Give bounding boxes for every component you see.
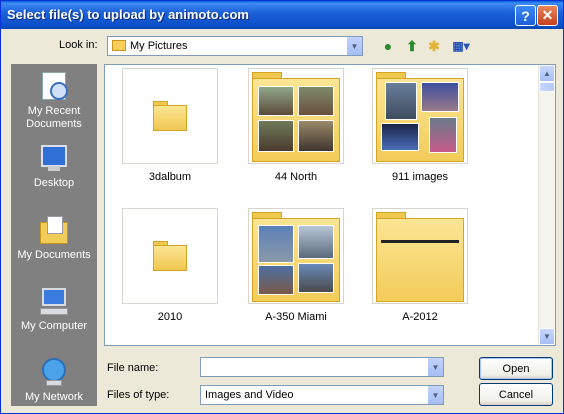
folder-icon (250, 70, 342, 162)
my-documents-icon (38, 214, 70, 246)
desktop-icon (38, 142, 70, 174)
place-label: My Documents (17, 249, 91, 261)
folder-icon (250, 210, 342, 302)
place-label: My Computer (20, 320, 88, 332)
my-computer-icon (38, 285, 70, 317)
open-button[interactable]: Open (479, 357, 553, 380)
question-icon: ? (521, 7, 530, 24)
close-icon: ✕ (541, 7, 554, 23)
scroll-thumb[interactable] (539, 82, 555, 92)
views-menu-icon[interactable]: ▦▾ (449, 37, 473, 55)
place-desktop[interactable]: Desktop (11, 142, 97, 190)
file-dialog: Select file(s) to upload by animoto.com … (0, 0, 564, 414)
look-in-value: My Pictures (130, 40, 188, 52)
chevron-down-icon: ▼ (543, 332, 551, 341)
close-button[interactable]: ✕ (537, 5, 558, 26)
recent-documents-icon (38, 70, 70, 102)
file-name: 44 North (274, 171, 318, 183)
scroll-down-button[interactable]: ▼ (539, 328, 555, 345)
place-label: Desktop (33, 177, 75, 189)
back-icon[interactable]: ● (379, 37, 397, 55)
file-name: A-2012 (402, 311, 438, 323)
place-label: My Network (24, 391, 84, 403)
chevron-down-icon[interactable]: ▼ (427, 358, 443, 376)
file-name: 911 images (391, 171, 449, 183)
look-in-dropdown[interactable]: My Pictures ▼ (107, 36, 363, 56)
chevron-up-icon: ▲ (543, 69, 551, 78)
my-network-icon (38, 356, 70, 388)
files-of-type-label: Files of type: (107, 389, 170, 401)
chevron-down-icon[interactable]: ▼ (346, 37, 362, 55)
place-label: My Recent Documents (26, 105, 82, 130)
file-list-view[interactable]: 3dalbum 44 North 911 images 2010 A-350 M… (104, 64, 556, 346)
thumbnail (248, 208, 344, 304)
thumbnail (372, 208, 468, 304)
thumbnail (372, 68, 468, 164)
folder-icon (374, 210, 466, 302)
title-bar[interactable]: Select file(s) to upload by animoto.com … (1, 1, 563, 29)
thumbnail (248, 68, 344, 164)
scroll-up-button[interactable]: ▲ (539, 65, 555, 82)
thumbnail (122, 208, 218, 304)
folder-icon (153, 101, 187, 131)
up-folder-icon[interactable]: ⬆ (403, 37, 421, 55)
file-name: 2010 (157, 311, 183, 323)
place-my-network[interactable]: My Network (11, 356, 97, 404)
folder-icon (153, 241, 187, 271)
folder-icon (112, 40, 126, 51)
files-of-type-dropdown[interactable]: Images and Video ▼ (200, 385, 444, 405)
files-of-type-value: Images and Video (205, 389, 294, 401)
chevron-down-icon[interactable]: ▼ (427, 386, 443, 404)
help-button[interactable]: ? (515, 5, 536, 26)
file-name-field[interactable]: ▼ (200, 357, 444, 377)
place-my-computer[interactable]: My Computer (11, 285, 97, 333)
vertical-scrollbar[interactable]: ▲ ▼ (538, 65, 555, 345)
place-my-recent-documents[interactable]: My Recent Documents (11, 70, 97, 131)
thumbnail (122, 68, 218, 164)
file-name: A-350 Miami (265, 311, 327, 323)
new-folder-icon[interactable]: ✱ (425, 37, 443, 55)
places-bar: My Recent Documents Desktop My Documents… (11, 64, 97, 406)
cancel-button[interactable]: Cancel (479, 383, 553, 406)
window-title: Select file(s) to upload by animoto.com (7, 7, 249, 22)
file-name: 3dalbum (148, 171, 192, 183)
folder-icon (374, 70, 466, 162)
file-name-label: File name: (107, 362, 159, 374)
look-in-label: Look in: (59, 39, 98, 51)
place-my-documents[interactable]: My Documents (11, 214, 97, 262)
